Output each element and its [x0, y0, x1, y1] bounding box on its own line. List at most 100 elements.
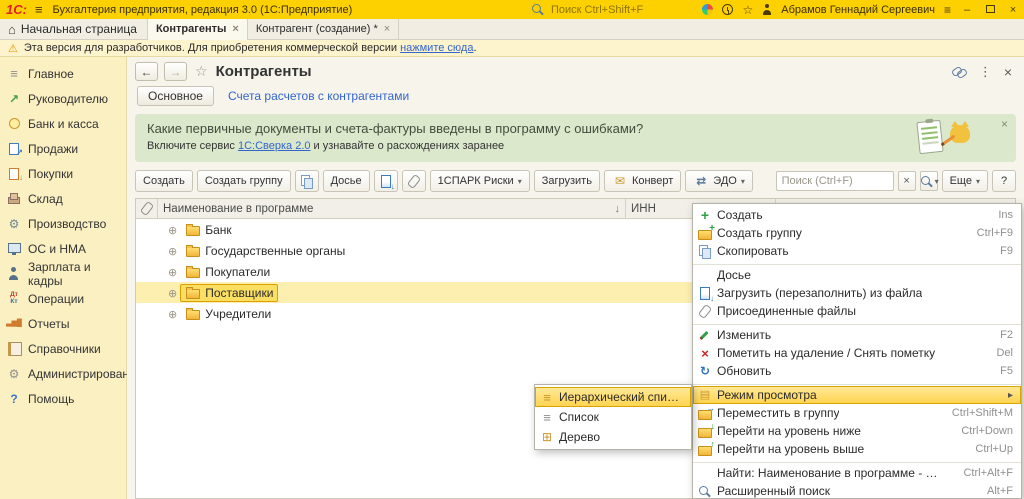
menu-item-label: Создать группу [717, 226, 802, 240]
load-button[interactable]: Загрузить [534, 170, 600, 192]
sidebar-item[interactable]: Зарплата и кадры [0, 261, 126, 286]
settings-menu-icon[interactable]: ≡ [944, 3, 951, 17]
sidebar-item[interactable]: Покупки [0, 161, 126, 186]
search-options-button[interactable] [920, 171, 938, 191]
more-button[interactable]: Еще [942, 170, 988, 192]
sidebar-item[interactable]: Главное [0, 61, 126, 86]
sidebar-item-label: ОС и НМА [28, 242, 86, 256]
add-favorite-star-icon[interactable]: ☆ [195, 63, 208, 80]
history-icon[interactable] [722, 4, 733, 15]
menu-item-label: Скопировать [717, 244, 789, 258]
context-menu-item[interactable]: Изменить F2 [693, 326, 1021, 344]
copy-button[interactable] [295, 170, 319, 192]
dev-banner-text: Эта версия для разработчиков. Для приобр… [24, 42, 477, 54]
expand-node-icon[interactable] [168, 223, 177, 237]
tree-icon [539, 431, 555, 444]
sidebar-item[interactable]: Операции [0, 286, 126, 311]
buy-license-link[interactable]: нажмите сюда [400, 42, 473, 54]
service-status-icon[interactable] [702, 4, 713, 15]
context-menu-item[interactable]: Создать Ins [693, 206, 1021, 224]
close-form-icon[interactable] [1004, 64, 1012, 80]
context-menu-item[interactable]: Найти: Наименование в программе - Постав… [693, 464, 1021, 482]
reports-icon [6, 317, 22, 330]
submenu-item[interactable]: Иерархический список [535, 387, 691, 407]
more-menu-icon[interactable] [979, 64, 992, 80]
context-menu-item[interactable]: Режим просмотра [693, 386, 1021, 404]
context-menu-item[interactable]: Перейти на уровень ниже Ctrl+Down [693, 422, 1021, 440]
create-button[interactable]: Создать [135, 170, 193, 192]
context-menu-item[interactable]: Загрузить (перезаполнить) из файла [693, 284, 1021, 302]
chevron-down-icon [741, 175, 745, 187]
sidebar-item[interactable]: Администрирование [0, 361, 126, 386]
expand-node-icon[interactable] [168, 286, 177, 300]
get-link-icon[interactable] [952, 66, 967, 78]
favorites-star-icon[interactable]: ☆ [742, 3, 753, 17]
tab[interactable]: Контрагент (создание) * [248, 19, 399, 40]
hamburger-menu-icon[interactable]: ≡ [35, 2, 43, 17]
sidebar-item[interactable]: Справочники [0, 336, 126, 361]
submenu-item-label: Дерево [559, 430, 600, 444]
maximize-button[interactable] [983, 4, 997, 16]
context-menu-item[interactable]: Расширенный поиск Alt+F [693, 482, 1021, 499]
sidebar-item-label: Склад [28, 192, 63, 206]
tab-close-icon[interactable] [232, 23, 238, 35]
home-tab[interactable]: Начальная страница [4, 19, 148, 40]
context-menu-item[interactable]: Присоединенные файлы [693, 302, 1021, 325]
banner-close-icon[interactable] [1001, 117, 1008, 131]
name-column-header[interactable]: Наименование в программе [158, 199, 626, 218]
group-name-cell: Государственные органы [181, 243, 349, 259]
sidebar-item[interactable]: Банк и касса [0, 111, 126, 136]
expand-node-icon[interactable] [168, 265, 177, 279]
sidebar-item[interactable]: Руководителю [0, 86, 126, 111]
folder-icon [185, 307, 201, 320]
submenu-item[interactable]: Список [535, 407, 691, 427]
attachment-column-header[interactable] [136, 199, 158, 218]
context-menu-item[interactable]: Обновить F5 [693, 362, 1021, 385]
context-menu-item[interactable]: Пометить на удаление / Снять пометку Del [693, 344, 1021, 362]
sidebar-item[interactable]: Склад [0, 186, 126, 211]
expand-node-icon[interactable] [168, 244, 177, 258]
submenu-item[interactable]: Дерево [535, 427, 691, 447]
spark-risks-button[interactable]: 1СПАРК Риски [430, 170, 530, 192]
sidebar-item[interactable]: Помощь [0, 386, 126, 411]
clear-search-icon[interactable] [898, 171, 916, 191]
tab[interactable]: Контрагенты [148, 19, 248, 40]
dossier-button[interactable]: Досье [323, 170, 370, 192]
minimize-button[interactable]: – [960, 4, 974, 16]
context-menu-item[interactable]: Создать группу Ctrl+F9 [693, 224, 1021, 242]
sidebar-item[interactable]: ОС и НМА [0, 236, 126, 261]
forward-button[interactable]: → [164, 62, 187, 81]
attached-files-button[interactable] [402, 170, 426, 192]
staff-icon [6, 267, 22, 280]
menu-item-label: Изменить [717, 328, 771, 342]
purchases-icon [6, 167, 22, 180]
global-search[interactable]: Поиск Ctrl+Shift+F [530, 0, 643, 19]
form-nav-tab[interactable]: Счета расчетов с контрагентами [228, 89, 409, 103]
sidebar-item[interactable]: Продажи [0, 136, 126, 161]
envelope-button[interactable]: Конверт [604, 170, 681, 192]
clipboard-illustration [916, 120, 943, 154]
sverka-link[interactable]: 1С:Сверка 2.0 [238, 140, 311, 152]
context-menu-item[interactable]: Переместить в группу Ctrl+Shift+M [693, 404, 1021, 422]
load-from-file-button[interactable] [374, 170, 398, 192]
help-button[interactable]: ? [992, 170, 1016, 192]
context-menu-item[interactable]: Скопировать F9 [693, 242, 1021, 265]
references-icon [6, 342, 22, 355]
create-group-button[interactable]: Создать группу [197, 170, 291, 192]
search-icon [919, 175, 935, 188]
context-menu-item[interactable]: Досье [693, 266, 1021, 284]
sidebar-item-label: Покупки [28, 167, 73, 181]
tab-close-icon[interactable] [384, 23, 390, 35]
close-window-button[interactable]: × [1006, 4, 1020, 16]
context-menu-item[interactable]: Перейти на уровень выше Ctrl+Up [693, 440, 1021, 463]
expand-node-icon[interactable] [168, 307, 177, 321]
sidebar-item[interactable]: Производство [0, 211, 126, 236]
form-nav-tab[interactable]: Основное [137, 86, 214, 106]
sidebar-item[interactable]: Отчеты [0, 311, 126, 336]
user-name[interactable]: Абрамов Геннадий Сергеевич [781, 4, 935, 16]
edo-button[interactable]: ЭДО [685, 170, 753, 192]
list-search-input[interactable] [776, 171, 894, 191]
menu-icon [6, 67, 22, 80]
copy-icon [299, 175, 315, 188]
back-button[interactable]: ← [135, 62, 158, 81]
